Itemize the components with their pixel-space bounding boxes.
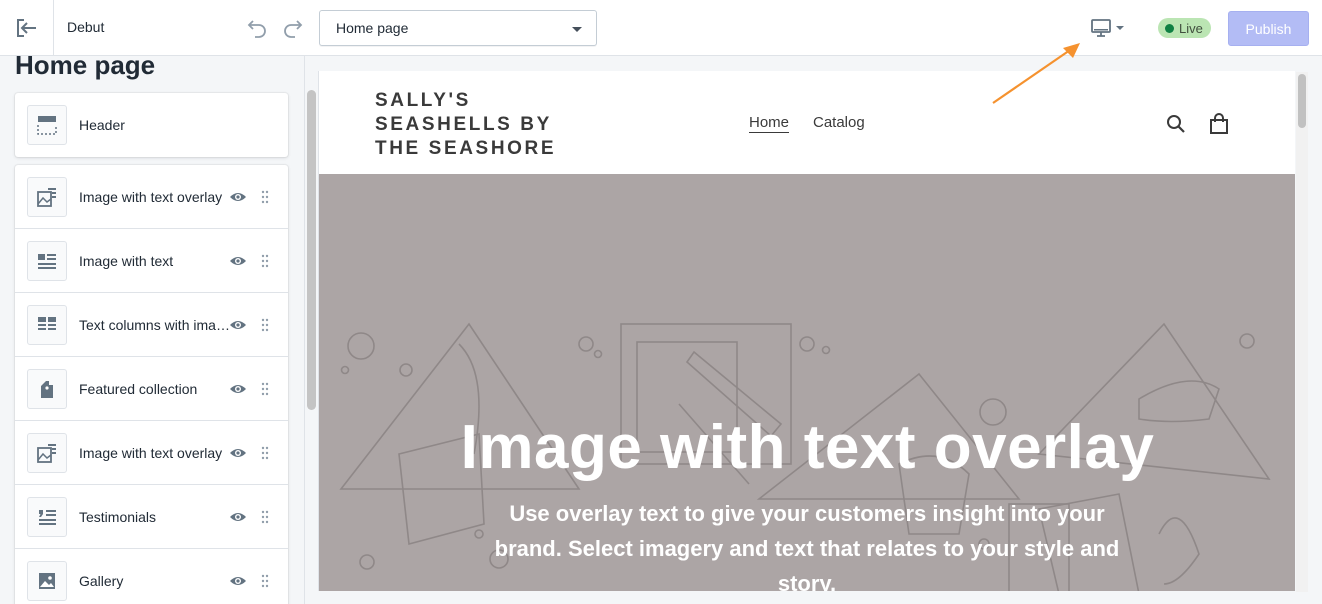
live-badge-label: Live	[1179, 20, 1203, 36]
section-item-image-with-text[interactable]: Image with text	[15, 229, 288, 293]
chevron-down-icon	[572, 27, 582, 32]
section-item-label: Testimonials	[79, 509, 157, 525]
desktop-icon	[1091, 19, 1111, 37]
nav-link-catalog[interactable]: Catalog	[813, 114, 865, 131]
page-selector[interactable]: Home page	[319, 10, 597, 46]
store-logo-text[interactable]: SALLY'S SEASHELLS BY THE SEASHORE	[375, 89, 585, 161]
header-layout-icon	[27, 105, 67, 145]
device-preview-toggle[interactable]	[1090, 14, 1132, 42]
eye-icon[interactable]	[229, 317, 247, 333]
section-item-header[interactable]: Header	[15, 93, 288, 157]
shopping-bag-icon[interactable]	[1209, 113, 1229, 135]
eye-icon[interactable]	[229, 381, 247, 397]
chevron-down-icon	[1116, 26, 1124, 30]
hero-subtitle: Use overlay text to give your customers …	[494, 501, 1120, 591]
drag-handle-icon[interactable]	[261, 382, 269, 396]
page-selector-value: Home page	[336, 20, 409, 36]
text-columns-icon	[27, 305, 67, 345]
eye-icon[interactable]	[229, 509, 247, 525]
section-item-text-columns-with-images[interactable]: Text columns with images	[15, 293, 288, 357]
image-text-icon	[27, 241, 67, 281]
gallery-image-icon	[27, 561, 67, 601]
live-status-badge: Live	[1158, 18, 1211, 38]
preview-scrollbar[interactable]	[1296, 72, 1308, 592]
section-item-label: Image with text overlay	[79, 189, 223, 205]
drag-handle-icon[interactable]	[261, 254, 269, 268]
section-item-label: Header	[79, 117, 125, 133]
exit-icon	[16, 18, 36, 37]
section-item-label: Text columns with images	[79, 317, 233, 333]
section-item-label: Image with text	[79, 253, 174, 269]
hero-title: Image with text overlay	[460, 413, 1155, 482]
sidebar-title: Home page	[15, 56, 156, 80]
section-item-testimonials[interactable]: Testimonials	[15, 485, 288, 549]
preview-scrollbar-thumb[interactable]	[1298, 74, 1306, 128]
eye-icon[interactable]	[229, 189, 247, 205]
sidebar-scrollbar[interactable]	[307, 90, 316, 410]
section-item-image-with-text-overlay-2[interactable]: Image with text overlay	[15, 421, 288, 485]
section-item-label: Image with text overlay	[79, 445, 223, 461]
drag-handle-icon[interactable]	[261, 446, 269, 460]
drag-handle-icon[interactable]	[261, 190, 269, 204]
storefront-preview: SALLY'S SEASHELLS BY THE SEASHORE Home C…	[318, 71, 1295, 591]
section-item-image-with-text-overlay[interactable]: Image with text overlay	[15, 165, 288, 229]
publish-button[interactable]: Publish	[1228, 11, 1309, 46]
image-overlay-icon	[27, 177, 67, 217]
sections-list: Image with text overlay Image with text …	[15, 165, 288, 604]
drag-handle-icon[interactable]	[261, 510, 269, 524]
redo-button[interactable]	[280, 14, 306, 42]
status-dot-icon	[1165, 23, 1174, 33]
section-item-label: Gallery	[79, 573, 124, 589]
undo-button[interactable]	[244, 14, 270, 42]
drag-handle-icon[interactable]	[261, 318, 269, 332]
eye-icon[interactable]	[229, 573, 247, 589]
redo-icon	[284, 20, 303, 38]
undo-icon	[247, 20, 266, 38]
header-section-card: Header	[15, 93, 288, 157]
drag-handle-icon[interactable]	[261, 574, 269, 588]
eye-icon[interactable]	[229, 445, 247, 461]
eye-icon[interactable]	[229, 253, 247, 269]
section-item-gallery[interactable]: Gallery	[15, 549, 288, 604]
exit-editor-button[interactable]	[0, 0, 54, 55]
section-item-featured-collection[interactable]: Featured collection	[15, 357, 288, 421]
search-icon[interactable]	[1166, 114, 1186, 134]
image-overlay-icon	[27, 433, 67, 473]
quote-icon	[27, 497, 67, 537]
editor-topbar: Debut Home page Live Publish	[0, 0, 1322, 56]
nav-link-home[interactable]: Home	[749, 114, 790, 133]
section-item-label: Featured collection	[79, 381, 198, 397]
theme-name: Debut	[67, 19, 105, 35]
hero-image-overlay: Image with text overlay Use overlay text…	[319, 174, 1295, 591]
sections-sidebar: Home page Header Image with text overlay…	[0, 56, 305, 604]
collection-tag-icon	[27, 369, 67, 409]
